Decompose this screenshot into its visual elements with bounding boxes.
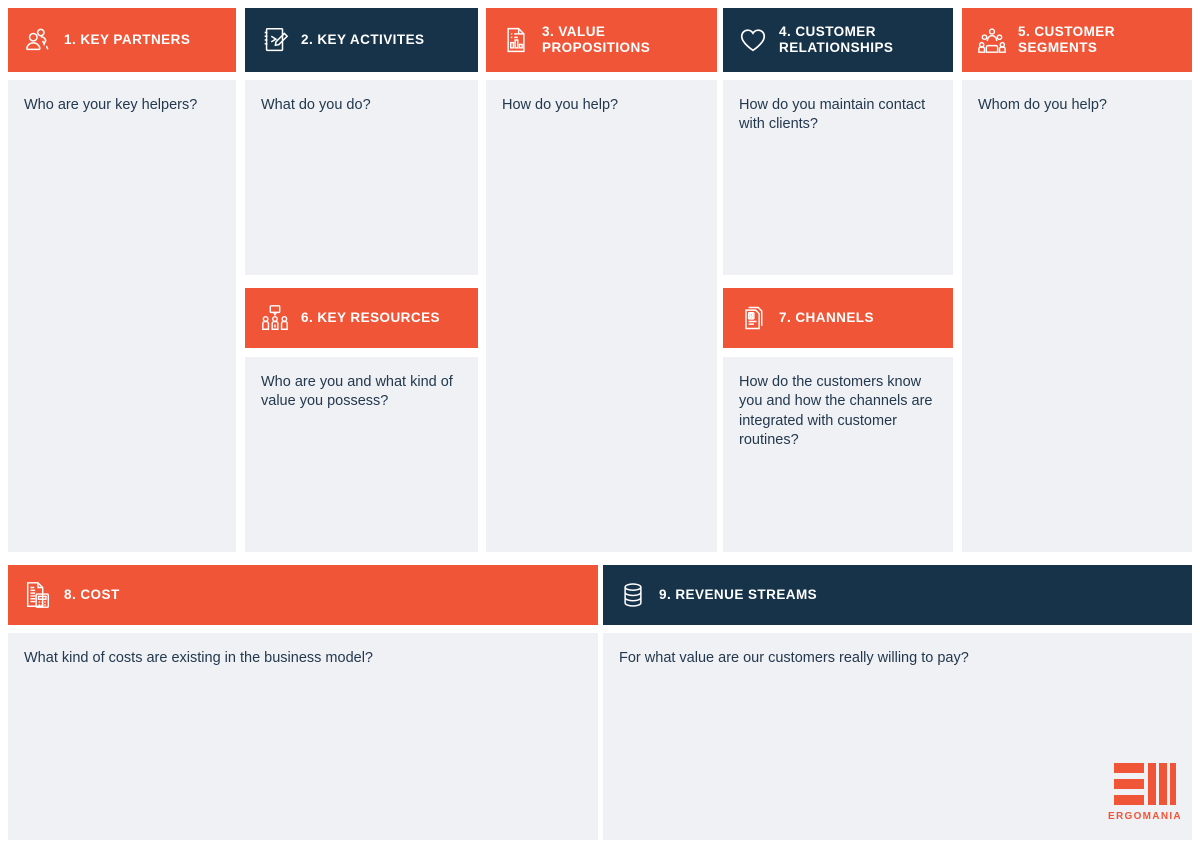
block-body-customer-segments[interactable]: Whom do you help? <box>962 80 1192 552</box>
block-body-text: What do you do? <box>261 97 371 113</box>
block-header-key-resources[interactable]: 6. KEY RESOURCES <box>245 288 478 348</box>
block-body-customer-relationships[interactable]: How do you maintain contact with clients… <box>723 80 953 275</box>
block-body-text: Who are your key helpers? <box>24 97 198 113</box>
notebook-pen-icon <box>259 24 291 56</box>
block-body-channels[interactable]: How do the customers know you and how th… <box>723 357 953 552</box>
block-header-key-partners[interactable]: 1. KEY PARTNERS <box>8 8 236 72</box>
block-title: 1. KEY PARTNERS <box>64 32 191 48</box>
partners-icon <box>22 24 54 56</box>
coin-stack-icon <box>617 579 649 611</box>
block-title: 6. KEY RESOURCES <box>301 310 440 326</box>
block-header-revenue-streams[interactable]: 9. REVENUE STREAMS <box>603 565 1192 625</box>
block-body-text: How do the customers know you and how th… <box>739 374 933 448</box>
block-body-value-propositions[interactable]: How do you help? <box>486 80 717 552</box>
block-body-text: How do you maintain contact with clients… <box>739 97 926 133</box>
block-title: 7. CHANNELS <box>779 310 874 326</box>
block-header-value-propositions[interactable]: 3. VALUE PROPOSITIONS <box>486 8 717 72</box>
block-body-text: How do you help? <box>502 97 619 113</box>
block-title: 9. REVENUE STREAMS <box>659 587 818 603</box>
block-body-key-partners[interactable]: Who are your key helpers? <box>8 80 236 552</box>
block-header-channels[interactable]: 7. CHANNELS <box>723 288 953 348</box>
block-body-revenue-streams[interactable]: For what value are our customers really … <box>603 633 1192 840</box>
block-title: 4. CUSTOMER RELATIONSHIPS <box>779 24 894 55</box>
id-cards-icon <box>737 302 769 334</box>
block-body-key-activites[interactable]: What do you do? <box>245 80 478 275</box>
block-title: 2. KEY ACTIVITES <box>301 32 425 48</box>
block-body-text: What kind of costs are existing in the b… <box>24 650 373 666</box>
team-speech-icon <box>259 302 291 334</box>
block-header-cost[interactable]: 8. COST <box>8 565 598 625</box>
block-body-text: For what value are our customers really … <box>619 650 969 666</box>
people-group-icon <box>976 24 1008 56</box>
document-chart-icon <box>500 24 532 56</box>
business-model-canvas: 1. KEY PARTNERS Who are your key helpers… <box>0 0 1200 848</box>
ergomania-logo-mark <box>1114 763 1176 805</box>
block-body-text: Who are you and what kind of value you p… <box>261 374 453 410</box>
block-body-cost[interactable]: What kind of costs are existing in the b… <box>8 633 598 840</box>
ergomania-logo: ERGOMANIA <box>1108 763 1182 822</box>
block-body-text: Whom do you help? <box>978 97 1107 113</box>
block-body-key-resources[interactable]: Who are you and what kind of value you p… <box>245 357 478 552</box>
heart-icon <box>737 24 769 56</box>
ergomania-wordmark: ERGOMANIA <box>1108 811 1182 822</box>
block-title: 5. CUSTOMER SEGMENTS <box>1018 24 1115 55</box>
block-header-key-activites[interactable]: 2. KEY ACTIVITES <box>245 8 478 72</box>
block-header-customer-segments[interactable]: 5. CUSTOMER SEGMENTS <box>962 8 1192 72</box>
block-title: 8. COST <box>64 587 120 603</box>
block-header-customer-relationships[interactable]: 4. CUSTOMER RELATIONSHIPS <box>723 8 953 72</box>
block-title: 3. VALUE PROPOSITIONS <box>542 24 651 55</box>
invoice-calculator-icon <box>22 579 54 611</box>
